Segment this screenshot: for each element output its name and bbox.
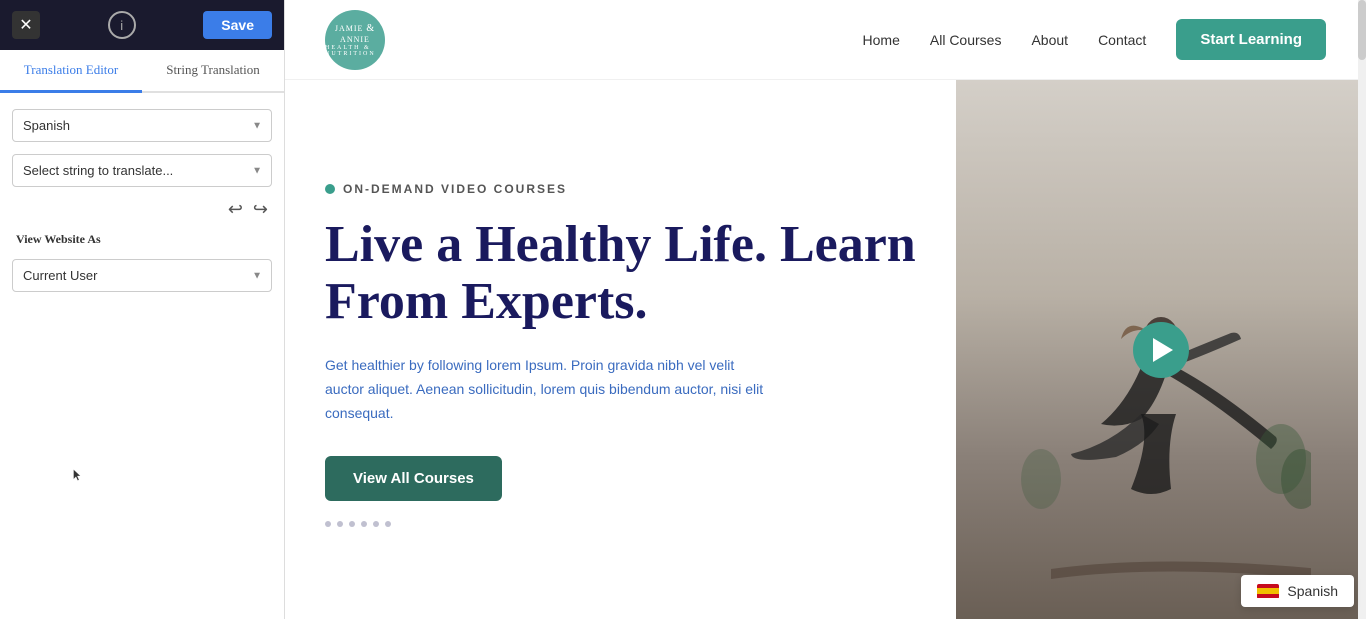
view-website-as-label: View Website As (12, 232, 272, 247)
hero-left: ON-DEMAND VIDEO COURSES Live a Healthy L… (285, 80, 956, 619)
language-switcher[interactable]: Spanish (1241, 575, 1354, 607)
left-panel: ✕ i Save Translation Editor String Trans… (0, 0, 285, 619)
hero-title: Live a Healthy Life. Learn From Experts. (325, 216, 916, 330)
logo-text: JAMIE & ANNIE (325, 22, 385, 45)
start-learning-button[interactable]: Start Learning (1176, 19, 1326, 60)
info-button[interactable]: i (108, 11, 136, 39)
dots-pattern (325, 521, 916, 527)
language-select[interactable]: Spanish French German Italian (12, 109, 272, 142)
hero-image: Spanish (956, 80, 1366, 619)
close-button[interactable]: ✕ (12, 11, 40, 39)
dot-3 (349, 521, 355, 527)
string-select[interactable]: Select string to translate... (12, 154, 272, 187)
dot-5 (373, 521, 379, 527)
nav-all-courses[interactable]: All Courses (930, 32, 1002, 48)
view-as-select[interactable]: Current User Guest Admin (12, 259, 272, 292)
spain-flag-icon (1257, 584, 1279, 599)
string-select-wrapper: Select string to translate... (12, 154, 272, 187)
cursor-area (0, 308, 284, 619)
save-button[interactable]: Save (203, 11, 272, 39)
dot-2 (337, 521, 343, 527)
view-all-courses-button[interactable]: View All Courses (325, 456, 502, 501)
dot-1 (325, 521, 331, 527)
hero-right: Spanish (956, 80, 1366, 619)
nav-home[interactable]: Home (863, 32, 900, 48)
nav-contact[interactable]: Contact (1098, 32, 1146, 48)
cursor-icon (70, 468, 84, 482)
play-button[interactable] (1133, 322, 1189, 378)
logo-area: JAMIE & ANNIE HEALTH & NUTRITION (325, 10, 385, 70)
play-icon (1153, 338, 1173, 362)
yoga-figure-icon (1011, 259, 1311, 599)
nav-links: Home All Courses About Contact Start Lea… (863, 19, 1326, 60)
navbar: JAMIE & ANNIE HEALTH & NUTRITION Home Al… (285, 0, 1366, 80)
logo-circle: JAMIE & ANNIE HEALTH & NUTRITION (325, 10, 385, 70)
tab-string-translation[interactable]: String Translation (142, 50, 284, 93)
scrollbar-thumb[interactable] (1358, 0, 1366, 60)
language-select-wrapper: Spanish French German Italian (12, 109, 272, 142)
logo-sub: HEALTH & NUTRITION (325, 45, 385, 57)
logo-name2: ANNIE (340, 35, 370, 44)
nav-about[interactable]: About (1031, 32, 1068, 48)
flag-red-bottom (1257, 594, 1279, 598)
tab-translation-editor[interactable]: Translation Editor (0, 50, 142, 93)
on-demand-badge: ON-DEMAND VIDEO COURSES (325, 182, 916, 196)
forward-arrow-button[interactable]: ↪ (253, 199, 268, 220)
scrollbar[interactable] (1358, 0, 1366, 619)
view-as-select-wrapper: Current User Guest Admin (12, 259, 272, 292)
logo-ampersand: & (366, 23, 375, 34)
arrow-row: ↩ ↪ (12, 199, 272, 220)
hero-description: Get healthier by following lorem Ipsum. … (325, 354, 765, 425)
back-arrow-button[interactable]: ↩ (228, 199, 243, 220)
green-dot-icon (325, 184, 335, 194)
panel-body: Spanish French German Italian Select str… (0, 93, 284, 308)
dot-6 (385, 521, 391, 527)
on-demand-text: ON-DEMAND VIDEO COURSES (343, 182, 567, 196)
main-content: JAMIE & ANNIE HEALTH & NUTRITION Home Al… (285, 0, 1366, 619)
dot-4 (361, 521, 367, 527)
language-switcher-label: Spanish (1287, 583, 1338, 599)
top-bar: ✕ i Save (0, 0, 284, 50)
tabs-row: Translation Editor String Translation (0, 50, 284, 93)
hero-section: ON-DEMAND VIDEO COURSES Live a Healthy L… (285, 80, 1366, 619)
logo-name1: JAMIE (335, 24, 364, 33)
